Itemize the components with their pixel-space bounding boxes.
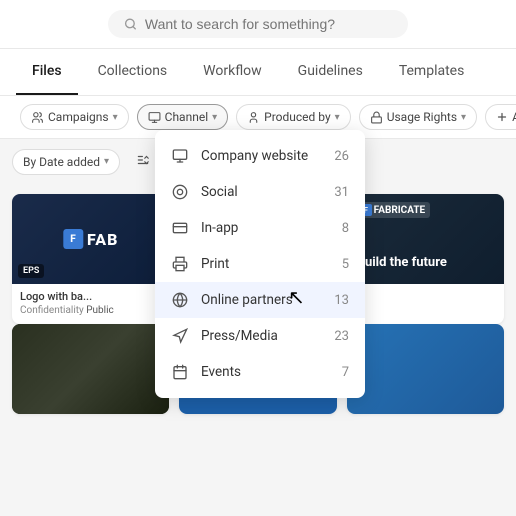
channel-dropdown: Company website 26 Social 31 In-app 8 — [155, 130, 365, 398]
events-label: Events — [201, 364, 330, 380]
dropdown-item-company-website[interactable]: Company website 26 — [155, 138, 365, 174]
social-count: 31 — [334, 185, 349, 200]
press-media-label: Press/Media — [201, 328, 322, 344]
card-4-thumb — [12, 324, 169, 414]
print-icon — [171, 255, 189, 273]
produced-chevron: ▾ — [335, 112, 340, 123]
add-label: Ad — [512, 110, 516, 124]
tab-templates[interactable]: Templates — [383, 49, 481, 95]
in-app-icon — [171, 219, 189, 237]
add-filter[interactable]: Ad — [485, 104, 516, 130]
tab-guidelines[interactable]: Guidelines — [282, 49, 379, 95]
channel-filter[interactable]: Channel ▾ — [137, 104, 229, 130]
events-count: 7 — [342, 365, 349, 380]
card-1-meta: Confidentiality Public — [20, 305, 161, 316]
tab-workflow[interactable]: Workflow — [187, 49, 278, 95]
dropdown-item-social[interactable]: Social 31 — [155, 174, 365, 210]
person-icon — [247, 111, 260, 124]
company-website-count: 26 — [334, 149, 349, 164]
sort-order-icon — [136, 153, 150, 167]
card-1-logo: F FAB — [63, 229, 118, 249]
online-partners-label: Online partners — [201, 292, 322, 308]
tab-collections[interactable]: Collections — [82, 49, 184, 95]
card-1-title: Logo with ba... — [20, 290, 161, 303]
dropdown-item-events[interactable]: Events 7 — [155, 354, 365, 390]
search-container — [108, 10, 408, 38]
press-media-count: 23 — [334, 329, 349, 344]
card-3[interactable]: F FABRICATE Build the future — [347, 194, 504, 324]
card-3-text: Build the future — [357, 255, 447, 270]
card-4[interactable] — [12, 324, 169, 414]
card-1[interactable]: F FAB EPS Logo with ba... Confidentialit… — [12, 194, 169, 324]
dropdown-item-online-partners[interactable]: Online partners 13 — [155, 282, 365, 318]
card-1-thumb: F FAB EPS — [12, 194, 169, 284]
globe-icon — [171, 291, 189, 309]
campaigns-label: Campaigns — [48, 110, 109, 124]
print-label: Print — [201, 256, 330, 272]
company-website-label: Company website — [201, 148, 322, 164]
monitor-icon — [171, 147, 189, 165]
in-app-count: 8 — [342, 221, 349, 236]
produced-by-filter[interactable]: Produced by ▾ — [236, 104, 351, 130]
online-partners-count: 13 — [334, 293, 349, 308]
social-label: Social — [201, 184, 322, 200]
date-sort[interactable]: By Date added ▾ — [12, 149, 120, 175]
people-icon — [31, 111, 44, 124]
date-sort-label: By Date added — [23, 155, 100, 169]
campaigns-filter[interactable]: Campaigns ▾ — [20, 104, 129, 130]
print-count: 5 — [342, 257, 349, 272]
calendar-icon — [171, 363, 189, 381]
usage-chevron: ▾ — [461, 112, 466, 123]
usage-rights-label: Usage Rights — [387, 110, 457, 124]
card-6-thumb — [347, 324, 504, 414]
monitor-icon — [148, 111, 161, 124]
tab-files[interactable]: Files — [16, 49, 78, 95]
sort-chevron: ▾ — [104, 156, 109, 167]
card-6[interactable] — [347, 324, 504, 414]
produced-by-label: Produced by — [264, 110, 331, 124]
campaigns-chevron: ▾ — [113, 112, 118, 123]
search-input[interactable] — [145, 16, 392, 32]
nav-tabs: Files Collections Workflow Guidelines Te… — [0, 49, 516, 96]
social-icon — [171, 183, 189, 201]
card-3-fab: F FABRICATE — [355, 202, 431, 218]
usage-rights-filter[interactable]: Usage Rights ▾ — [359, 104, 477, 130]
search-icon — [124, 17, 137, 31]
dropdown-item-in-app[interactable]: In-app 8 — [155, 210, 365, 246]
lock-icon — [370, 111, 383, 124]
card-3-thumb: F FABRICATE Build the future — [347, 194, 504, 284]
sort-order-button[interactable] — [128, 147, 158, 176]
megaphone-icon — [171, 327, 189, 345]
channel-label: Channel — [165, 110, 208, 124]
dropdown-item-press-media[interactable]: Press/Media 23 — [155, 318, 365, 354]
dropdown-item-print[interactable]: Print 5 — [155, 246, 365, 282]
channel-chevron: ▾ — [212, 112, 217, 123]
search-bar — [0, 0, 516, 49]
card-1-badge: EPS — [18, 264, 44, 278]
in-app-label: In-app — [201, 220, 330, 236]
plus-icon — [496, 111, 508, 123]
card-1-body: Logo with ba... Confidentiality Public — [12, 284, 169, 324]
